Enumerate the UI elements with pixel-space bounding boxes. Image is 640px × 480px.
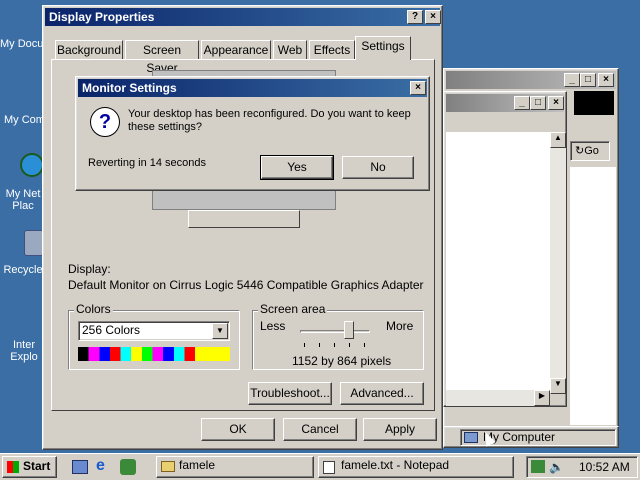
yes-button[interactable]: Yes [260, 155, 334, 180]
display-properties-window[interactable]: Display Properties ? × Background Screen… [42, 5, 443, 450]
display-properties-titlebar[interactable]: Display Properties [45, 8, 440, 26]
explorer-inner-content [446, 132, 550, 394]
monitor-stand [188, 210, 300, 228]
question-icon: ? [90, 107, 120, 137]
desktop-icon-recycle-bin[interactable]: Recycle [0, 264, 46, 276]
explorer-status-bar: My Computer [443, 426, 619, 448]
maximize-button[interactable]: □ [530, 96, 546, 110]
explorer-content [570, 167, 616, 425]
explorer-window-inner[interactable]: _ □ × ▲ ▼ ▶ [443, 91, 567, 407]
windows-flag-icon [7, 461, 19, 473]
chevron-down-icon[interactable]: ▼ [212, 323, 228, 339]
close-button[interactable]: × [425, 10, 441, 24]
screen-area-slider-thumb[interactable] [344, 321, 354, 339]
tab-settings[interactable]: Settings [355, 36, 411, 60]
ok-button[interactable]: OK [201, 418, 275, 441]
tab-background[interactable]: Background [55, 40, 123, 60]
advanced-button[interactable]: Advanced... [340, 382, 424, 405]
screen-area-slider-track[interactable] [300, 330, 370, 333]
taskbar-item-famele[interactable]: famele [156, 456, 314, 478]
taskbar: Start e famele famele.txt - Notepad 🔈 10… [0, 453, 640, 480]
clock[interactable]: 10:52 AM [579, 460, 630, 474]
horizontal-scrollbar[interactable]: ▶ [446, 390, 550, 406]
monitor-settings-titlebar[interactable]: Monitor Settings [78, 79, 427, 97]
close-button[interactable]: × [548, 96, 564, 110]
quick-launch-ie-icon[interactable]: e [96, 458, 112, 474]
no-button[interactable]: No [342, 156, 414, 179]
monitor-settings-dialog[interactable]: Monitor Settings × ? Your desktop has be… [75, 76, 430, 191]
apply-button[interactable]: Apply [363, 418, 437, 441]
start-button[interactable]: Start [2, 456, 57, 478]
countdown-text: Reverting in 14 seconds [88, 157, 207, 169]
quick-launch-desktop-icon[interactable] [72, 460, 88, 474]
scroll-up-arrow-icon[interactable]: ▲ [550, 132, 566, 148]
windows-logo-icon [574, 91, 614, 115]
vertical-scrollbar[interactable]: ▲ ▼ [550, 132, 566, 394]
dialog-message: Your desktop has been reconfigured. Do y… [128, 108, 411, 133]
desktop-icon-internet-explorer[interactable]: Inter Explo [2, 339, 46, 363]
tab-effects[interactable]: Effects [309, 40, 355, 60]
tab-web[interactable]: Web [273, 40, 307, 60]
color-palette-bar [78, 347, 230, 361]
tab-screen-saver[interactable]: Screen Saver [125, 40, 199, 75]
close-button[interactable]: × [410, 81, 426, 95]
resolution-value: 1152 by 864 pixels [292, 354, 392, 368]
go-arrow-icon: ↻ [575, 145, 585, 157]
minimize-button[interactable]: _ [514, 96, 530, 110]
minimize-button[interactable]: _ [564, 73, 580, 87]
less-label: Less [260, 319, 286, 333]
slider-ticks [304, 343, 366, 347]
more-label: More [386, 319, 414, 333]
computer-icon [464, 432, 478, 443]
volume-icon[interactable]: 🔈 [549, 460, 564, 474]
scroll-down-arrow-icon[interactable]: ▼ [550, 378, 566, 394]
system-tray: 🔈 10:52 AM [526, 456, 638, 478]
close-button[interactable]: × [598, 73, 614, 87]
display-adapter: Default Monitor on Cirrus Logic 5446 Com… [68, 278, 424, 292]
address-go-button[interactable]: ↻Go [570, 141, 610, 161]
screen-area-group-title: Screen area [258, 302, 328, 316]
notepad-icon [323, 461, 335, 474]
quick-launch-channels-icon[interactable] [120, 459, 136, 475]
desktop-icon-my-documents[interactable]: My Docu [0, 38, 48, 50]
desktop-icon-network-places[interactable]: My Net Plac [0, 188, 46, 212]
display-label: Display: [68, 262, 111, 276]
troubleshoot-button[interactable]: Troubleshoot... [248, 382, 332, 405]
tab-appearance[interactable]: Appearance [201, 40, 271, 60]
explorer-inner-titlebar[interactable] [446, 94, 564, 112]
recycle-bin-icon[interactable] [24, 230, 44, 256]
network-tray-icon[interactable] [531, 460, 545, 473]
colors-select[interactable]: 256 Colors ▼ [78, 321, 230, 341]
colors-group-title: Colors [74, 302, 113, 316]
folder-icon [161, 461, 175, 472]
help-button[interactable]: ? [407, 10, 423, 24]
network-icon[interactable] [20, 153, 44, 177]
cancel-button[interactable]: Cancel [283, 418, 357, 441]
maximize-button[interactable]: □ [580, 73, 596, 87]
scroll-right-arrow-icon[interactable]: ▶ [534, 390, 550, 406]
taskbar-item-notepad[interactable]: famele.txt - Notepad [318, 456, 514, 478]
